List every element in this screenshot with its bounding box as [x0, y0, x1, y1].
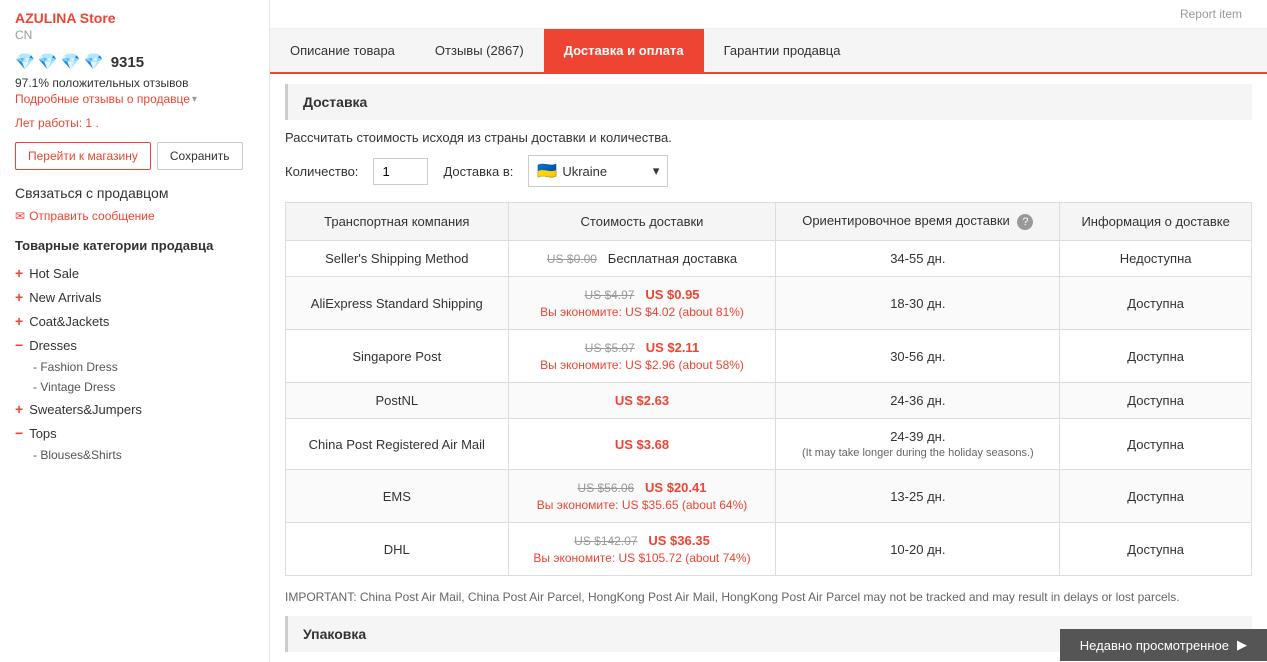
cat-new-arrivals[interactable]: + New Arrivals	[15, 285, 254, 309]
tab-delivery[interactable]: Доставка и оплата	[544, 29, 704, 72]
expand-icon: +	[15, 289, 23, 305]
table-row: EMS US $56.06 US $20.41 Вы экономите: US…	[286, 470, 1252, 523]
delivery-time: 18-30 дн.	[776, 277, 1060, 330]
shipping-table: Транспортная компания Стоимость доставки…	[285, 202, 1252, 576]
availability: Доступна	[1060, 277, 1252, 330]
shipping-cost: US $56.06 US $20.41 Вы экономите: US $35…	[508, 470, 776, 523]
delivery-time: 34-55 дн.	[776, 241, 1060, 277]
carrier-name: AliExpress Standard Shipping	[286, 277, 509, 330]
store-actions: Перейти к магазину Сохранить	[15, 142, 254, 170]
top-header: Report item	[270, 0, 1267, 29]
availability: Доступна	[1060, 523, 1252, 576]
diamond-icon-4: 💎	[84, 52, 104, 72]
delivery-time: 30-56 дн.	[776, 330, 1060, 383]
flag-icon: 🇺🇦	[537, 161, 557, 181]
cat-hot-sale[interactable]: + Hot Sale	[15, 261, 254, 285]
cat-tops[interactable]: − Tops	[15, 421, 254, 445]
calc-text: Рассчитать стоимость исходя из страны до…	[285, 130, 1252, 145]
delivery-time: 24-39 дн. (It may take longer during the…	[776, 419, 1060, 470]
col-info: Информация о доставке	[1060, 203, 1252, 241]
table-row: China Post Registered Air Mail US $3.68 …	[286, 419, 1252, 470]
table-row: AliExpress Standard Shipping US $4.97 US…	[286, 277, 1252, 330]
years-working: Лет работы: 1 .	[15, 116, 254, 130]
important-note: IMPORTANT: China Post Air Mail, China Po…	[285, 588, 1252, 606]
shipping-cost: US $5.07 US $2.11 Вы экономите: US $2.96…	[508, 330, 776, 383]
availability: Доступна	[1060, 383, 1252, 419]
availability: Недоступна	[1060, 241, 1252, 277]
shipping-cost: US $0.00 Бесплатная доставка	[508, 241, 776, 277]
sub-cat-vintage-dress[interactable]: - Vintage Dress	[15, 377, 254, 397]
goto-store-button[interactable]: Перейти к магазину	[15, 142, 151, 170]
table-row: Singapore Post US $5.07 US $2.11 Вы экон…	[286, 330, 1252, 383]
contact-seller-title: Связаться с продавцом	[15, 185, 254, 201]
diamond-icon-2: 💎	[38, 52, 58, 72]
delivery-content: Доставка Рассчитать стоимость исходя из …	[270, 74, 1267, 662]
recently-viewed-label: Недавно просмотренное	[1080, 638, 1229, 653]
help-icon[interactable]: ?	[1017, 214, 1033, 230]
sub-cat-blouses[interactable]: - Blouses&Shirts	[15, 445, 254, 465]
collapse-icon: −	[15, 425, 23, 441]
delivery-time: 24-36 дн.	[776, 383, 1060, 419]
expand-icon: +	[15, 265, 23, 281]
save-button[interactable]: Сохранить	[157, 142, 243, 170]
report-item-link[interactable]: Report item	[1165, 2, 1257, 26]
cat-coat-jackets[interactable]: + Coat&Jackets	[15, 309, 254, 333]
delivery-time: 13-25 дн.	[776, 470, 1060, 523]
expand-icon: +	[15, 401, 23, 417]
send-message-link[interactable]: ✉ Отправить сообщение	[15, 209, 254, 223]
carrier-name: China Post Registered Air Mail	[286, 419, 509, 470]
shipping-cost: US $2.63	[508, 383, 776, 419]
carrier-name: PostNL	[286, 383, 509, 419]
expand-icon: +	[15, 313, 23, 329]
shipping-cost: US $4.97 US $0.95 Вы экономите: US $4.02…	[508, 277, 776, 330]
availability: Доступна	[1060, 470, 1252, 523]
tab-description[interactable]: Описание товара	[270, 29, 415, 72]
chevron-down-icon: ▾	[192, 94, 197, 105]
positive-rating-text: 97.1% положительных отзывов	[15, 76, 254, 90]
chevron-down-icon: ▾	[653, 163, 660, 179]
col-cost: Стоимость доставки	[508, 203, 776, 241]
quantity-label: Количество:	[285, 164, 358, 179]
sidebar: AZULINA Store CN 💎 💎 💎 💎 9315 97.1% поло…	[0, 0, 270, 662]
destination-label: Доставка в:	[443, 164, 513, 179]
availability: Доступна	[1060, 330, 1252, 383]
detail-reviews-link[interactable]: Подробные отзывы о продавце ▾	[15, 92, 254, 106]
tab-bar: Описание товара Отзывы (2867) Доставка и…	[270, 29, 1267, 74]
delivery-time: 10-20 дн.	[776, 523, 1060, 576]
collapse-icon: −	[15, 337, 23, 353]
diamonds-row: 💎 💎 💎 💎 9315	[15, 52, 254, 72]
message-icon: ✉	[15, 209, 25, 223]
qty-dest-row: Количество: Доставка в: 🇺🇦 Ukraine ▾	[285, 155, 1252, 187]
cat-dresses[interactable]: − Dresses	[15, 333, 254, 357]
diamond-icon-3: 💎	[61, 52, 81, 72]
store-name[interactable]: AZULINA Store	[15, 10, 254, 26]
cat-sweaters[interactable]: + Sweaters&Jumpers	[15, 397, 254, 421]
availability: Доступна	[1060, 419, 1252, 470]
main-content: Report item Описание товара Отзывы (2867…	[270, 0, 1267, 662]
categories-title: Товарные категории продавца	[15, 238, 254, 253]
tab-reviews[interactable]: Отзывы (2867)	[415, 29, 544, 72]
chevron-right-icon: ▶	[1237, 637, 1247, 653]
carrier-name: Singapore Post	[286, 330, 509, 383]
table-row: PostNL US $2.63 24-36 дн. Доступна	[286, 383, 1252, 419]
quantity-input[interactable]	[373, 158, 428, 185]
sub-cat-fashion-dress[interactable]: - Fashion Dress	[15, 357, 254, 377]
country-select[interactable]: 🇺🇦 Ukraine ▾	[528, 155, 668, 187]
carrier-name: Seller's Shipping Method	[286, 241, 509, 277]
carrier-name: DHL	[286, 523, 509, 576]
carrier-name: EMS	[286, 470, 509, 523]
col-time: Ориентировочное время доставки ?	[776, 203, 1060, 241]
table-row: Seller's Shipping Method US $0.00 Беспла…	[286, 241, 1252, 277]
col-carrier: Транспортная компания	[286, 203, 509, 241]
table-row: DHL US $142.07 US $36.35 Вы экономите: U…	[286, 523, 1252, 576]
delivery-section-header: Доставка	[285, 84, 1252, 120]
rating-number: 9315	[111, 54, 144, 71]
store-country: CN	[15, 28, 254, 42]
shipping-cost: US $142.07 US $36.35 Вы экономите: US $1…	[508, 523, 776, 576]
diamond-icon-1: 💎	[15, 52, 35, 72]
tab-guarantee[interactable]: Гарантии продавца	[704, 29, 861, 72]
recently-viewed-bar[interactable]: Недавно просмотренное ▶	[1060, 629, 1267, 661]
shipping-cost: US $3.68	[508, 419, 776, 470]
country-name: Ukraine	[562, 164, 607, 179]
